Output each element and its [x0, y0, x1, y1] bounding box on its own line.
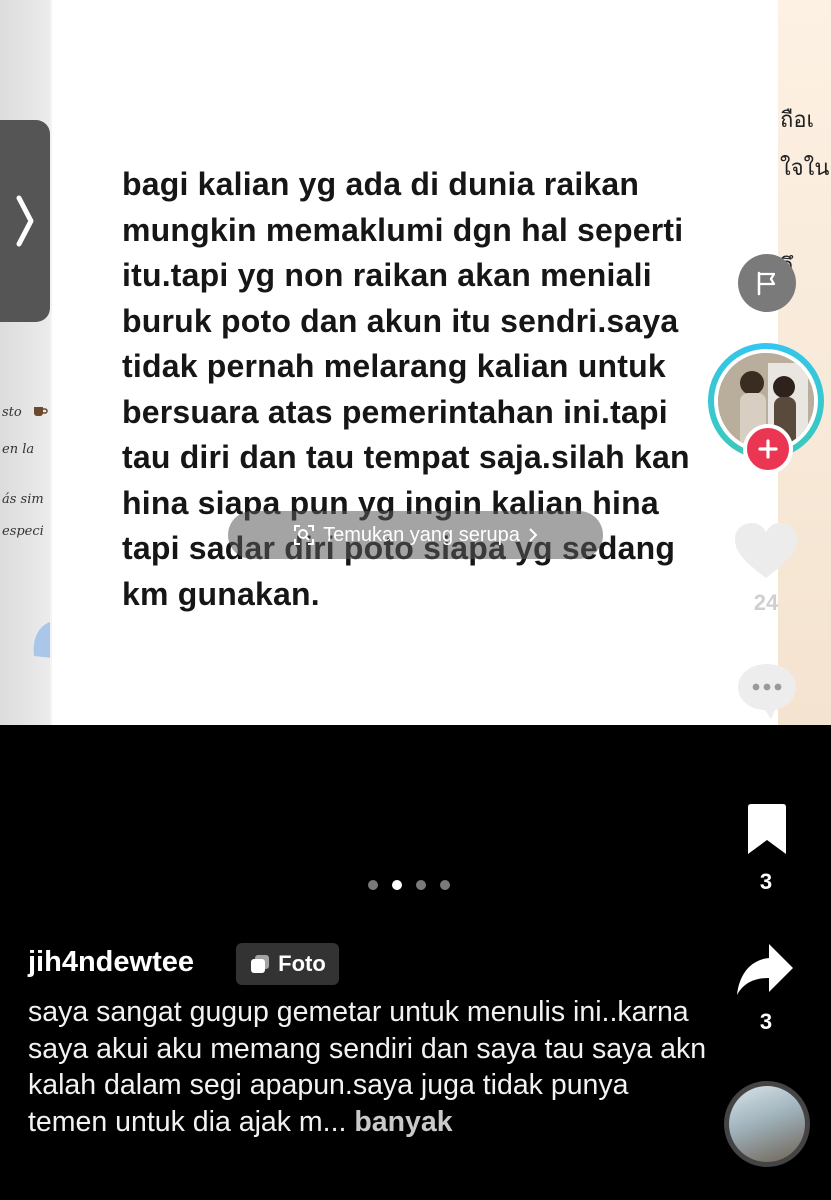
- comment-bubble-icon: [738, 664, 796, 719]
- like-button[interactable]: [733, 520, 799, 582]
- prev-photo-text: ás sim: [2, 492, 44, 507]
- find-similar-label: Temukan yang serupa: [323, 523, 520, 546]
- caption-more-link[interactable]: banyak: [354, 1106, 452, 1138]
- previous-photo-preview[interactable]: sto en la ás sim especi: [0, 0, 50, 725]
- music-disc[interactable]: [724, 1081, 810, 1167]
- carousel-dot-active: [392, 880, 402, 890]
- next-photo-text: ถือเ: [780, 108, 815, 133]
- carousel-indicator: [368, 880, 450, 890]
- follow-button[interactable]: [743, 424, 793, 474]
- previous-photo-button[interactable]: [0, 120, 50, 322]
- carousel-dot: [368, 880, 378, 890]
- prev-photo-text: especi: [2, 524, 44, 539]
- carousel-dot: [416, 880, 426, 890]
- bookmark-icon: [748, 804, 786, 854]
- comment-button[interactable]: [735, 660, 799, 722]
- next-photo-text: ใจใน: [780, 156, 830, 181]
- share-arrow-icon: [737, 944, 793, 995]
- prev-photo-text: sto: [2, 405, 22, 420]
- coffee-cup-icon: [34, 407, 48, 416]
- like-count: 24: [753, 590, 779, 615]
- photo-badge: Foto: [236, 943, 339, 985]
- chevron-right-icon: [16, 195, 34, 247]
- report-button[interactable]: [738, 254, 796, 312]
- author-username[interactable]: jih4ndewtee: [28, 946, 194, 979]
- prev-photo-text: en la: [2, 442, 35, 457]
- find-similar-button[interactable]: Temukan yang serupa: [228, 511, 603, 559]
- carousel-dot: [440, 880, 450, 890]
- heart-icon: [735, 523, 797, 578]
- music-cover-image: [729, 1086, 805, 1162]
- flag-icon: [757, 271, 776, 296]
- share-count: 3: [759, 1009, 773, 1034]
- share-button[interactable]: [735, 940, 795, 998]
- blue-decoration-icon: [33, 622, 50, 658]
- photo-badge-label: Foto: [278, 951, 326, 976]
- plus-icon: [758, 439, 778, 459]
- visual-search-icon: [294, 525, 315, 545]
- photo-carousel[interactable]: sto en la ás sim especi ถือเ ใจใน ถึ bag…: [0, 0, 831, 725]
- photo-stack-icon: [251, 955, 270, 973]
- bookmark-count: 3: [759, 869, 773, 894]
- bookmark-button[interactable]: [744, 802, 790, 856]
- chevron-right-small-icon: [529, 528, 538, 542]
- post-caption: saya sangat gugup gemetar untuk menulis …: [28, 994, 708, 1140]
